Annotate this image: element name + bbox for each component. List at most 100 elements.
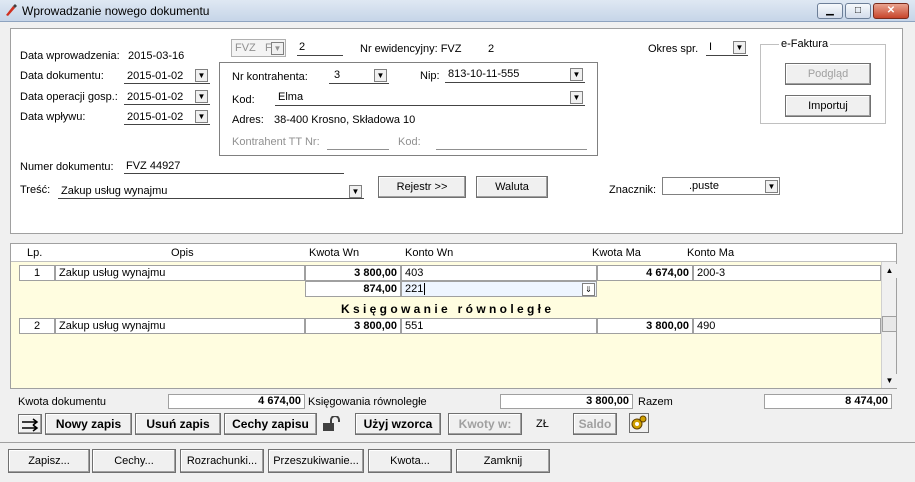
waluta-button[interactable]: Waluta <box>476 176 548 198</box>
nr-kontrahenta-select[interactable]: 3 ▼ <box>329 68 389 84</box>
scroll-thumb[interactable] <box>882 316 897 332</box>
row-kwota-ma[interactable]: 4 674,00 <box>597 265 693 281</box>
row-kwota-wn[interactable]: 3 800,00 <box>305 265 401 281</box>
zapisz-button[interactable]: Zapisz... <box>8 449 90 473</box>
gear-icon[interactable] <box>629 413 649 433</box>
kod-value: Elma <box>278 91 304 103</box>
header-konto-ma: Konto Ma <box>687 247 735 259</box>
chevron-down-icon[interactable]: ▼ <box>195 69 208 82</box>
okres-select[interactable]: I ▼ <box>706 40 748 56</box>
chevron-down-icon[interactable]: ▼ <box>570 68 583 81</box>
row-konto-ma[interactable]: 490 <box>693 318 881 334</box>
footer-divider <box>0 442 915 443</box>
efaktura-label: e-Faktura <box>779 38 831 50</box>
razem-label: Razem <box>638 396 673 408</box>
unlock-icon[interactable] <box>322 416 344 432</box>
nowy-zapis-button[interactable]: Nowy zapis <box>45 413 132 435</box>
data-wplywu-field[interactable]: 2015-01-02 ▼ <box>124 109 210 125</box>
row-opis[interactable]: Zakup usług wynajmu <box>55 265 305 281</box>
chevron-down-icon[interactable]: ▼ <box>195 90 208 103</box>
close-button[interactable]: ✕ <box>873 3 909 19</box>
row-lp: 2 <box>19 318 55 334</box>
podglad-button[interactable]: Podgląd <box>785 63 871 85</box>
section-title: K s i ę g o w a n i e r ó w n o l e g ł … <box>340 302 552 316</box>
row-konto-ma[interactable]: 200-3 <box>693 265 881 281</box>
chevron-down-icon[interactable]: ▼ <box>733 41 746 54</box>
chevron-down-icon[interactable]: ▼ <box>195 110 208 123</box>
row-opis[interactable]: Zakup usług wynajmu <box>55 318 305 334</box>
row-kwota-wn[interactable]: 874,00 <box>305 281 401 297</box>
zamknij-button[interactable]: Zamknij <box>456 449 550 473</box>
znacznik-select[interactable]: .puste ▼ <box>662 177 780 195</box>
ksiegowania-label: Księgowania równoległe <box>308 396 427 408</box>
nip-select[interactable]: 813-10-11-555 ▼ <box>445 67 585 83</box>
entries-grid: Lp. Opis Kwota Wn Konto Wn Kwota Ma Kont… <box>10 243 897 389</box>
header-opis: Opis <box>171 247 194 259</box>
data-wprowadzenia-value: 2015-03-16 <box>128 50 185 62</box>
razem-value: 8 474,00 <box>764 394 892 409</box>
kwota-button[interactable]: Kwota... <box>368 449 452 473</box>
uzyj-wzorca-button[interactable]: Użyj wzorca <box>355 413 441 435</box>
maximize-button[interactable]: □ <box>845 3 871 19</box>
header-kwota-wn: Kwota Wn <box>309 247 360 259</box>
numer-dokumentu-value: FVZ 44927 <box>126 160 181 172</box>
numer-dokumentu-label: Numer dokumentu: <box>20 161 114 173</box>
nr-ewidencyjny-value: 2 <box>488 43 495 55</box>
kod-label: Kod: <box>232 94 255 106</box>
row-konto-wn[interactable]: 551 <box>401 318 597 334</box>
header-kwota-ma: Kwota Ma <box>592 247 641 259</box>
title-bar: Wprowadzanie nowego dokumentu ▁ □ ✕ <box>0 0 915 22</box>
adres-label: Adres: <box>232 114 264 126</box>
data-operacji-value: 2015-01-02 <box>127 91 184 103</box>
saldo-button[interactable]: Saldo <box>573 413 617 435</box>
nr-kontrahenta-label: Nr kontrahenta: <box>232 71 308 83</box>
kontrahent-tt-kod-input[interactable] <box>436 134 587 150</box>
cechy-button[interactable]: Cechy... <box>92 449 176 473</box>
row-kwota-wn[interactable]: 3 800,00 <box>305 318 401 334</box>
data-dokumentu-field[interactable]: 2015-01-02 ▼ <box>124 68 210 84</box>
rozrachunki-button[interactable]: Rozrachunki... <box>180 449 264 473</box>
usun-zapis-button[interactable]: Usuń zapis <box>135 413 221 435</box>
app-pen-icon <box>6 4 17 16</box>
scroll-down-icon[interactable]: ▼ <box>882 374 897 388</box>
chevron-down-icon[interactable]: ▼ <box>570 91 583 104</box>
data-operacji-field[interactable]: 2015-01-02 ▼ <box>124 89 210 105</box>
data-operacji-label: Data operacji gosp.: <box>20 91 118 103</box>
cechy-zapisu-button[interactable]: Cechy zapisu <box>224 413 317 435</box>
menu-lines-icon[interactable] <box>18 414 42 434</box>
nr-ewidencyjny-label: Nr ewidencyjny: FVZ <box>360 43 462 55</box>
data-wprowadzenia-label: Data wprowadzenia: <box>20 50 120 62</box>
nip-label: Nip: <box>420 70 440 82</box>
grid-header: Lp. Opis Kwota Wn Konto Wn Kwota Ma Kont… <box>11 244 896 262</box>
importuj-button[interactable]: Importuj <box>785 95 871 117</box>
kod-select[interactable]: Elma ▼ <box>275 90 585 106</box>
minimize-button[interactable]: ▁ <box>817 3 843 19</box>
tresc-label: Treść: <box>20 184 51 196</box>
ksiegowania-value: 3 800,00 <box>500 394 633 409</box>
kontrahent-tt-input[interactable] <box>327 134 389 150</box>
kwota-dokumentu-value: 4 674,00 <box>168 394 305 409</box>
document-number-field[interactable]: 2 <box>297 40 343 56</box>
chevron-down-icon[interactable]: ▼ <box>765 180 778 193</box>
kwoty-w-button[interactable]: Kwoty w: <box>448 413 522 435</box>
numer-dokumentu-input[interactable]: FVZ 44927 <box>124 158 344 174</box>
konto-wn-active-value: 221 <box>405 283 424 295</box>
konto-wn-active-input[interactable]: 221 ⇓ <box>401 281 597 297</box>
nip-value: 813-10-11-555 <box>448 68 520 80</box>
chevron-down-icon[interactable]: ▼ <box>374 69 387 82</box>
grid-scrollbar[interactable]: ▲ ▼ <box>881 262 897 388</box>
dropdown-arrow-icon[interactable]: ⇓ <box>582 283 595 296</box>
przeszukiwanie-button[interactable]: Przeszukiwanie... <box>268 449 364 473</box>
row-konto-wn[interactable]: 403 <box>401 265 597 281</box>
kwota-dokumentu-label: Kwota dokumentu <box>18 396 107 408</box>
chevron-down-icon[interactable]: ▼ <box>349 185 362 198</box>
rejestr-button[interactable]: Rejestr >> <box>378 176 466 198</box>
document-number-value: 2 <box>299 41 306 53</box>
okres-label: Okres spr. <box>648 43 699 55</box>
document-type-select[interactable]: FVZ F ▼ <box>231 39 286 57</box>
scroll-up-icon[interactable]: ▲ <box>882 264 897 278</box>
tresc-select[interactable]: Zakup usług wynajmu ▼ <box>58 183 364 199</box>
znacznik-label: Znacznik: <box>609 184 657 196</box>
row-kwota-ma[interactable]: 3 800,00 <box>597 318 693 334</box>
header-konto-wn: Konto Wn <box>405 247 454 259</box>
